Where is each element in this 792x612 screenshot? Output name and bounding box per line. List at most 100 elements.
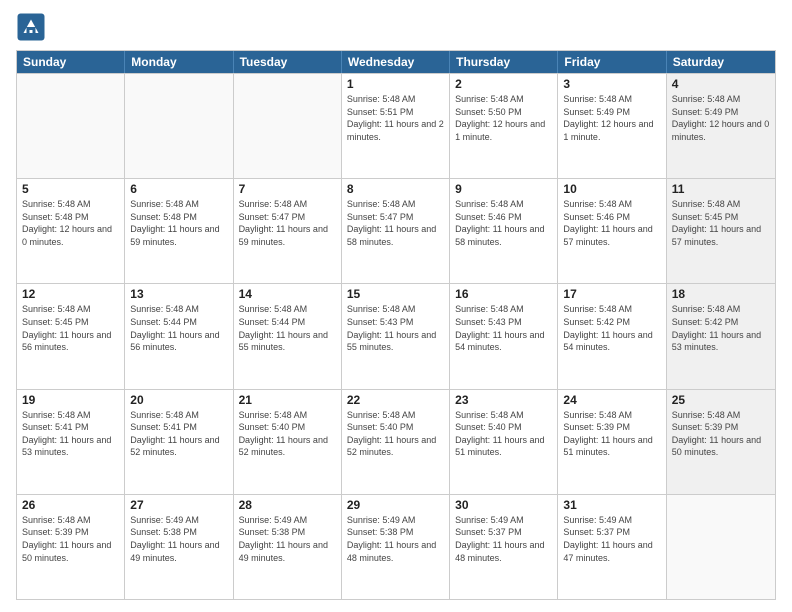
- cal-cell-4-0: 26Sunrise: 5:48 AMSunset: 5:39 PMDayligh…: [17, 495, 125, 599]
- day-number: 6: [130, 182, 227, 196]
- cell-info: Sunrise: 5:49 AMSunset: 5:38 PMDaylight:…: [347, 514, 444, 564]
- cal-cell-0-6: 4Sunrise: 5:48 AMSunset: 5:49 PMDaylight…: [667, 74, 775, 178]
- calendar: SundayMondayTuesdayWednesdayThursdayFrid…: [16, 50, 776, 600]
- cell-info: Sunrise: 5:48 AMSunset: 5:51 PMDaylight:…: [347, 93, 444, 143]
- daylight-text: Daylight: 11 hours and 48 minutes.: [347, 539, 444, 564]
- sunset-text: Sunset: 5:44 PM: [239, 316, 336, 329]
- calendar-header: SundayMondayTuesdayWednesdayThursdayFrid…: [17, 51, 775, 73]
- cal-cell-2-6: 18 Sunrise: 5:48 AMSunset: 5:42 PMDayligh…: [667, 284, 775, 388]
- cell-info: Sunrise: 5:48 AMSunset: 5:39 PMDaylight:…: [22, 514, 119, 564]
- sunrise-text: Sunrise: 5:48 AM: [347, 93, 444, 106]
- daylight-text: Daylight: 11 hours and 58 minutes.: [347, 223, 444, 248]
- header-day-saturday: Saturday: [667, 51, 775, 73]
- day-number: 24: [563, 393, 660, 407]
- header-day-monday: Monday: [125, 51, 233, 73]
- day-number: 12: [22, 287, 119, 301]
- sunrise-text: Sunrise: 5:48 AM: [563, 93, 660, 106]
- cal-cell-0-3: 1Sunrise: 5:48 AMSunset: 5:51 PMDaylight…: [342, 74, 450, 178]
- cell-info: Sunrise: 5:48 AMSunset: 5:48 PMDaylight:…: [130, 198, 227, 248]
- day-number: 19: [22, 393, 119, 407]
- logo-icon: [16, 12, 46, 42]
- sunset-text: Sunset: 5:49 PM: [563, 106, 660, 119]
- sunset-text: Sunset: 5:39 PM: [672, 421, 770, 434]
- sunrise-text: Sunrise: 5:48 AM: [672, 93, 770, 106]
- sunset-text: Sunset: 5:40 PM: [347, 421, 444, 434]
- header-day-wednesday: Wednesday: [342, 51, 450, 73]
- sunrise-text: Sunrise: 5:49 AM: [130, 514, 227, 527]
- cell-info: Sunrise: 5:48 AMSunset: 5:47 PMDaylight:…: [239, 198, 336, 248]
- sunset-text: Sunset: 5:38 PM: [239, 526, 336, 539]
- sunset-text: Sunset: 5:43 PM: [455, 316, 552, 329]
- cal-cell-3-6: 25Sunrise: 5:48 AMSunset: 5:39 PMDayligh…: [667, 390, 775, 494]
- daylight-text: Daylight: 11 hours and 52 minutes.: [239, 434, 336, 459]
- calendar-row-1: 5Sunrise: 5:48 AMSunset: 5:48 PMDaylight…: [17, 178, 775, 283]
- cell-info: Sunrise: 5:48 AMSunset: 5:44 PMDaylight:…: [130, 303, 227, 353]
- sunrise-text: Sunrise: 5:48 AM: [455, 93, 552, 106]
- daylight-text: Daylight: 12 hours and 1 minute.: [455, 118, 552, 143]
- sunrise-text: Sunrise: 5:48 AM: [455, 303, 552, 316]
- cal-cell-4-3: 29 Sunrise: 5:49 AMSunset: 5:38 PMDayligh…: [342, 495, 450, 599]
- cal-cell-1-3: 8Sunrise: 5:48 AMSunset: 5:47 PMDaylight…: [342, 179, 450, 283]
- sunset-text: Sunset: 5:45 PM: [672, 211, 770, 224]
- calendar-row-4: 26Sunrise: 5:48 AMSunset: 5:39 PMDayligh…: [17, 494, 775, 599]
- day-number: 15: [347, 287, 444, 301]
- sunrise-text: Sunrise: 5:49 AM: [239, 514, 336, 527]
- cell-info: Sunrise: 5:48 AMSunset: 5:50 PMDaylight:…: [455, 93, 552, 143]
- cal-cell-1-4: 9Sunrise: 5:48 AMSunset: 5:46 PMDaylight…: [450, 179, 558, 283]
- sunrise-text: Sunrise: 5:48 AM: [455, 409, 552, 422]
- day-number: 27: [130, 498, 227, 512]
- cell-info: Sunrise: 5:48 AMSunset: 5:43 PMDaylight:…: [347, 303, 444, 353]
- cal-cell-0-5: 3Sunrise: 5:48 AMSunset: 5:49 PMDaylight…: [558, 74, 666, 178]
- calendar-row-0: 1Sunrise: 5:48 AMSunset: 5:51 PMDaylight…: [17, 73, 775, 178]
- cal-cell-2-3: 15 Sunrise: 5:48 AMSunset: 5:43 PMDayligh…: [342, 284, 450, 388]
- daylight-text: Daylight: 11 hours and 51 minutes.: [563, 434, 660, 459]
- daylight-text: Daylight: 11 hours and 49 minutes.: [130, 539, 227, 564]
- sunset-text: Sunset: 5:38 PM: [130, 526, 227, 539]
- day-number: 18: [672, 287, 770, 301]
- daylight-text: Daylight: 11 hours and 54 minutes.: [563, 329, 660, 354]
- day-number: 10: [563, 182, 660, 196]
- day-number: 14: [239, 287, 336, 301]
- day-number: 7: [239, 182, 336, 196]
- sunset-text: Sunset: 5:46 PM: [563, 211, 660, 224]
- daylight-text: Daylight: 11 hours and 51 minutes.: [455, 434, 552, 459]
- day-number: 22: [347, 393, 444, 407]
- sunset-text: Sunset: 5:48 PM: [22, 211, 119, 224]
- sunrise-text: Sunrise: 5:48 AM: [22, 198, 119, 211]
- daylight-text: Daylight: 11 hours and 59 minutes.: [239, 223, 336, 248]
- sunrise-text: Sunrise: 5:48 AM: [22, 514, 119, 527]
- cell-info: Sunrise: 5:48 AMSunset: 5:45 PMDaylight:…: [672, 198, 770, 248]
- cal-cell-0-4: 2Sunrise: 5:48 AMSunset: 5:50 PMDaylight…: [450, 74, 558, 178]
- header-day-sunday: Sunday: [17, 51, 125, 73]
- daylight-text: Daylight: 11 hours and 56 minutes.: [22, 329, 119, 354]
- cell-info: Sunrise: 5:49 AMSunset: 5:37 PMDaylight:…: [563, 514, 660, 564]
- sunrise-text: Sunrise: 5:48 AM: [130, 303, 227, 316]
- cal-cell-1-5: 10Sunrise: 5:48 AMSunset: 5:46 PMDayligh…: [558, 179, 666, 283]
- day-number: 8: [347, 182, 444, 196]
- cell-info: Sunrise: 5:48 AMSunset: 5:48 PMDaylight:…: [22, 198, 119, 248]
- daylight-text: Daylight: 11 hours and 49 minutes.: [239, 539, 336, 564]
- sunrise-text: Sunrise: 5:48 AM: [130, 409, 227, 422]
- daylight-text: Daylight: 11 hours and 56 minutes.: [130, 329, 227, 354]
- day-number: 11: [672, 182, 770, 196]
- daylight-text: Daylight: 11 hours and 57 minutes.: [672, 223, 770, 248]
- cell-info: Sunrise: 5:48 AMSunset: 5:41 PMDaylight:…: [22, 409, 119, 459]
- cal-cell-3-1: 20Sunrise: 5:48 AMSunset: 5:41 PMDayligh…: [125, 390, 233, 494]
- sunset-text: Sunset: 5:37 PM: [563, 526, 660, 539]
- day-number: 23: [455, 393, 552, 407]
- cell-info: Sunrise: 5:48 AMSunset: 5:42 PMDaylight:…: [672, 303, 770, 353]
- sunset-text: Sunset: 5:42 PM: [672, 316, 770, 329]
- sunrise-text: Sunrise: 5:48 AM: [672, 303, 770, 316]
- day-number: 13: [130, 287, 227, 301]
- daylight-text: Daylight: 11 hours and 47 minutes.: [563, 539, 660, 564]
- cal-cell-2-5: 17Sunrise: 5:48 AMSunset: 5:42 PMDayligh…: [558, 284, 666, 388]
- daylight-text: Daylight: 11 hours and 50 minutes.: [672, 434, 770, 459]
- day-number: 29: [347, 498, 444, 512]
- daylight-text: Daylight: 11 hours and 55 minutes.: [347, 329, 444, 354]
- cal-cell-2-0: 12Sunrise: 5:48 AMSunset: 5:45 PMDayligh…: [17, 284, 125, 388]
- sunset-text: Sunset: 5:50 PM: [455, 106, 552, 119]
- day-number: 16: [455, 287, 552, 301]
- sunset-text: Sunset: 5:42 PM: [563, 316, 660, 329]
- cell-info: Sunrise: 5:48 AMSunset: 5:43 PMDaylight:…: [455, 303, 552, 353]
- logo: [16, 12, 50, 42]
